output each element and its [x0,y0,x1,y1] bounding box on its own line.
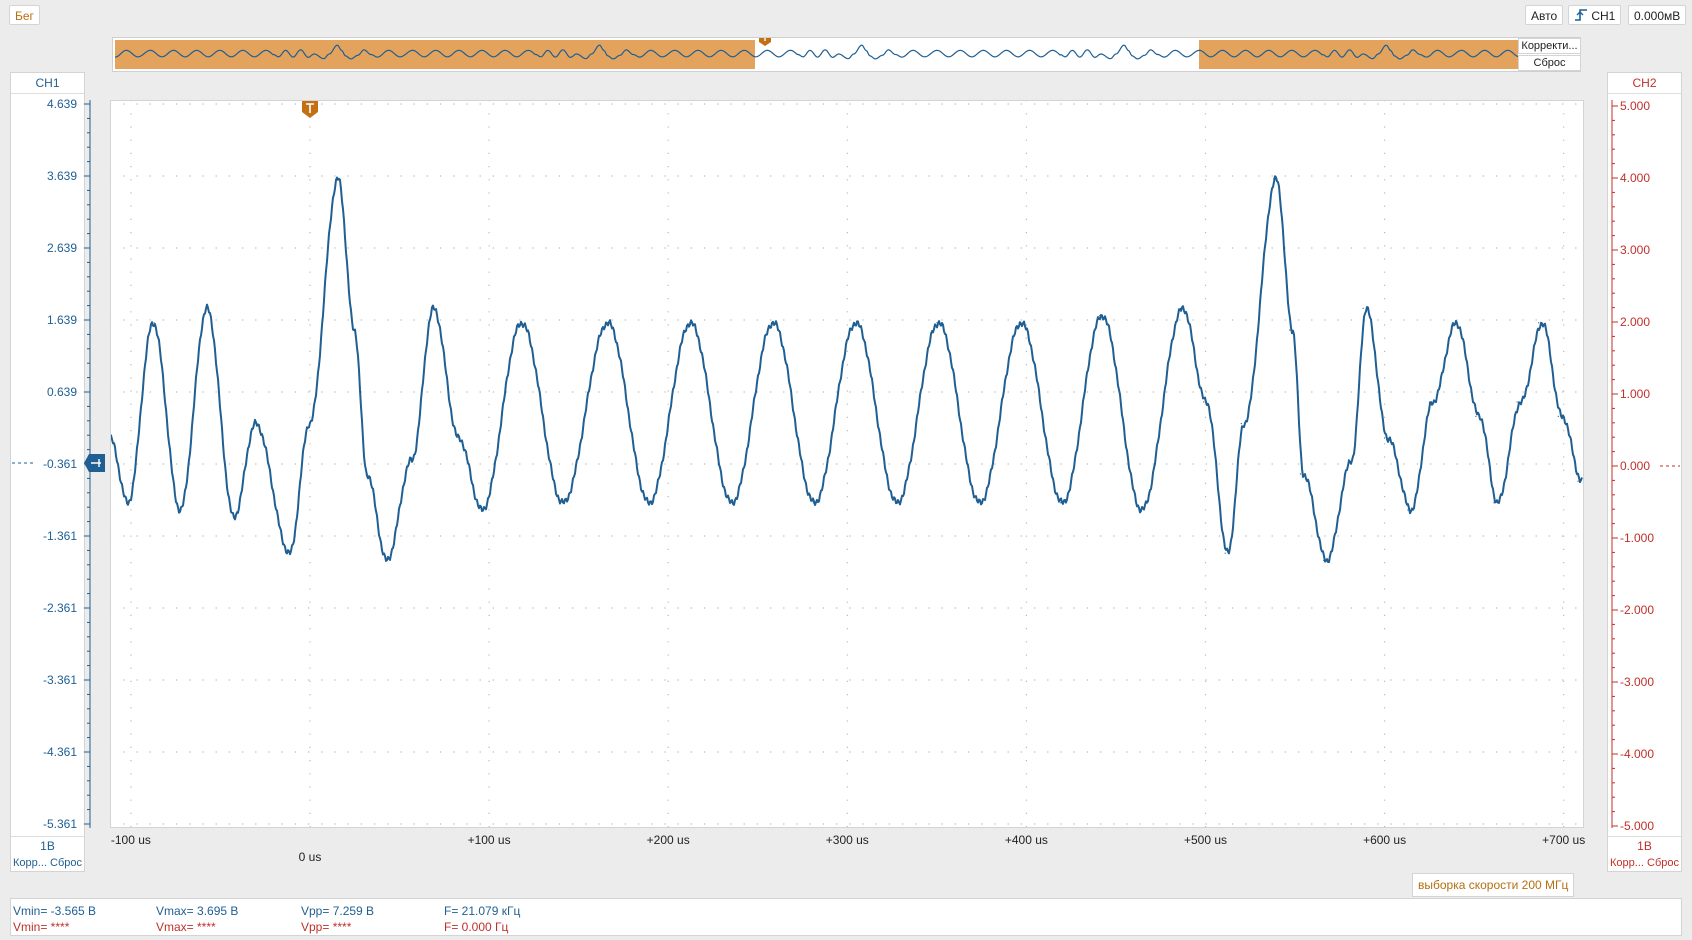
ch2-volts-per-div[interactable]: 1В [1608,836,1681,855]
trigger-mode-button[interactable]: Авто [1525,5,1564,25]
ch1-data-point [289,552,291,554]
x-tick-label: +400 us [1004,833,1048,847]
waveform-overview[interactable] [112,37,1581,72]
ch1-data-point [1557,415,1559,417]
x-tick-label: +500 us [1183,833,1228,847]
ch1-trace [110,175,1583,564]
ch1-data-point [647,502,650,504]
overview-shade-right [1199,40,1518,69]
ch1-data-point [366,473,368,475]
ch2-correct-reset[interactable]: Корр... Сброс [1608,855,1681,871]
ch1-data-point [1289,329,1291,331]
ch1-data-point [1224,552,1226,554]
ch1-data-point [207,307,209,309]
trigger-level-button[interactable]: 0.000мВ [1628,5,1687,25]
ch1-data-point [1203,401,1205,403]
ch1-data-point [520,322,522,324]
ch1-data-point [1018,322,1020,324]
ch1-header[interactable]: CH1 [11,73,84,94]
ch1-volts-per-div[interactable]: 1В [11,836,84,855]
ch1-data-point [1452,322,1454,324]
overview-shade-left [115,40,755,69]
ch2-vpp: Vpp= **** [301,920,352,934]
trigger-channel-label: CH1 [1591,9,1616,23]
x-tick-label: +100 us [467,833,511,847]
ch1-data-point [1240,423,1242,425]
rising-edge-icon [1575,9,1587,21]
ch1-data-point [1273,178,1275,180]
ch1-data-point [1099,315,1101,317]
overview-correct-button[interactable]: Корректи... [1518,38,1581,54]
ch2-scale-panel: CH2 1В Корр... Сброс [1607,72,1682,872]
ch1-data-point [1428,401,1430,403]
ch1-data-point [1516,401,1518,403]
ch1-data-point [1577,480,1579,482]
time-axis: -100 us 0 us +100 us +200 us +300 us +400 us +… [110,828,1586,868]
ch1-data-point [730,502,732,504]
ch1-data-point [1475,415,1477,417]
ch2-frequency: F= 0.000 Гц [444,920,509,934]
status-button[interactable]: Бег [9,5,40,25]
ch1-data-point [1384,437,1386,439]
ch1-vpp: Vpp= 7.259 В [301,904,375,918]
ch1-data-point [689,322,691,324]
ch1-data-point [180,509,182,511]
ch1-data-point [481,509,483,511]
ch1-scale-panel: CH1 1В Корр... Сброс [10,72,85,872]
ch1-data-point [110,437,112,439]
x-tick-label: -100 us [110,833,151,847]
ch1-data-point [338,178,340,180]
ch1-data-point [771,322,773,324]
overview-reset-button[interactable]: Сброс [1518,55,1581,71]
ch1-data-point [1299,473,1301,475]
ch1-data-point [458,437,460,439]
ch1-data-point [1323,559,1325,561]
ch1-data-point [1407,509,1409,511]
ch1-data-point [386,559,388,561]
ch1-data-point [1179,307,1181,309]
ch1-vmin: Vmin= -3.565 В [13,904,97,918]
trigger-channel-button[interactable]: CH1 [1568,5,1622,25]
ch1-data-point [977,502,979,504]
ch1-data-point [1348,459,1350,461]
ch1-data-point [309,423,311,425]
ch1-frequency: F= 21.079 кГц [444,904,521,918]
ch1-data-point [354,329,356,331]
ch1-data-point [234,516,236,518]
ch1-data-point [128,502,130,504]
ch1-correct-reset[interactable]: Корр... Сброс [11,855,84,871]
x-tick-label: +200 us [646,833,690,847]
ch1-data-point [153,322,155,324]
ch1-data-point [1138,509,1140,511]
x-tick-label: +300 us [825,833,869,847]
ch1-data-point [433,307,435,309]
ch1-data-point [1538,322,1540,324]
ch1-offset-marker-icon [84,454,105,472]
ch1-data-point [411,459,413,461]
ch1-data-point [255,423,257,425]
x-tick-label: +700 us [1542,833,1586,847]
ch1-data-point [1059,502,1061,504]
ch1-vmax: Vmax= 3.695 В [156,904,239,918]
ch1-data-point [936,322,938,324]
measurements-panel: Vmin= -3.565 В Vmax= 3.695 В Vpp= 7.259 … [10,898,1682,936]
ch1-data-point [1362,307,1364,309]
ch2-header[interactable]: CH2 [1608,73,1681,94]
x-tick-label: +600 us [1363,833,1407,847]
ch2-vmin: Vmin= **** [13,920,70,934]
overview-trigger-icon [759,38,771,46]
ch1-data-point [812,502,814,504]
waveform-plot[interactable] [110,100,1584,828]
ch1-data-point [561,502,564,504]
sample-rate-label: выборка скорости 200 МГц [1412,873,1575,897]
x-tick-label: 0 us [298,850,322,864]
trigger-marker-icon [302,100,318,118]
ch1-data-point [895,502,897,504]
ch1-data-point [606,322,608,324]
ch1-data-point [853,322,856,324]
ch1-data-point [1493,502,1495,504]
ch2-vmax: Vmax= **** [156,920,216,934]
